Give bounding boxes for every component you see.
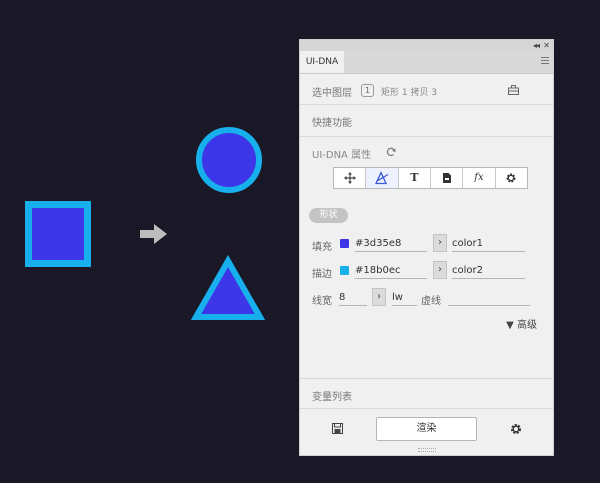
fill-label: 填充 — [312, 242, 332, 253]
line-width-variable-input[interactable]: lw — [392, 290, 417, 306]
divider — [300, 378, 553, 379]
shortcuts-title[interactable]: 快捷功能 — [312, 114, 352, 129]
resize-grip[interactable] — [418, 448, 436, 452]
move-icon — [343, 172, 356, 184]
panel-menu-icon[interactable] — [541, 57, 549, 66]
divider — [300, 136, 553, 137]
divider — [300, 408, 553, 409]
line-width-input[interactable]: 8 — [339, 290, 367, 306]
render-button[interactable]: 渲染 — [376, 417, 477, 441]
fill-color-swatch[interactable] — [340, 239, 349, 248]
fill-link-button[interactable]: › — [433, 234, 447, 252]
refresh-icon[interactable] — [386, 147, 396, 157]
toolbox-icon[interactable] — [508, 85, 519, 95]
variables-title[interactable]: 变量列表 — [312, 388, 352, 403]
style-icon — [374, 171, 389, 185]
toolbar-settings-button[interactable] — [496, 168, 527, 188]
stroke-variable-input[interactable]: color2 — [452, 263, 525, 279]
selection-detail: 矩形 1 拷贝 3 — [381, 88, 438, 98]
tab-ui-dna[interactable]: UI-DNA — [300, 51, 344, 73]
ui-dna-panel: ◂◂ ✕ UI-DNA 选中图层 1 矩形 1 拷贝 3 快捷功能 UI-DNA… — [299, 39, 554, 456]
toolbar-text-button[interactable]: T — [399, 168, 431, 188]
gear-icon — [506, 173, 516, 183]
stroke-color-swatch[interactable] — [340, 266, 349, 275]
fill-hex-input[interactable]: #3d35e8 — [355, 236, 427, 252]
panel-tab-bar: UI-DNA — [300, 51, 553, 74]
text-icon: T — [410, 171, 419, 184]
selection-label: 选中图层 — [312, 88, 352, 99]
selection-count-badge: 1 — [361, 84, 374, 97]
toolbar-style-button[interactable] — [366, 168, 399, 188]
properties-title: UI-DNA 属性 — [312, 150, 372, 161]
dash-input[interactable] — [448, 290, 530, 306]
property-toolbar: T fx — [333, 167, 528, 189]
stroke-label: 描边 — [312, 269, 332, 280]
fill-variable-input[interactable]: color1 — [452, 236, 525, 252]
divider — [300, 104, 553, 105]
file-icon — [442, 173, 451, 183]
toolbar-move-button[interactable] — [334, 168, 367, 188]
save-icon[interactable] — [332, 423, 343, 434]
stroke-hex-input[interactable]: #18b0ec — [355, 263, 427, 279]
line-width-label: 线宽 — [312, 296, 332, 307]
collapse-icon[interactable]: ◂◂ — [533, 40, 540, 51]
fx-icon: fx — [474, 172, 484, 183]
line-width-link-button[interactable]: › — [372, 288, 386, 306]
shape-section-pill: 形状 — [309, 208, 348, 223]
toolbar-file-button[interactable] — [431, 168, 464, 188]
triangle-shape[interactable] — [190, 255, 266, 321]
settings-gear-icon[interactable] — [510, 423, 522, 435]
toolbar-fx-button[interactable]: fx — [463, 168, 496, 188]
stroke-link-button[interactable]: › — [433, 261, 447, 279]
arrow-right-icon — [140, 224, 167, 244]
close-icon[interactable]: ✕ — [543, 40, 550, 51]
dash-label: 虚线 — [421, 296, 441, 307]
circle-shape[interactable] — [195, 126, 263, 194]
advanced-toggle[interactable]: ▼ 高级 — [506, 316, 537, 331]
panel-header-strip: ◂◂ ✕ — [300, 40, 553, 51]
square-shape[interactable] — [25, 201, 91, 267]
